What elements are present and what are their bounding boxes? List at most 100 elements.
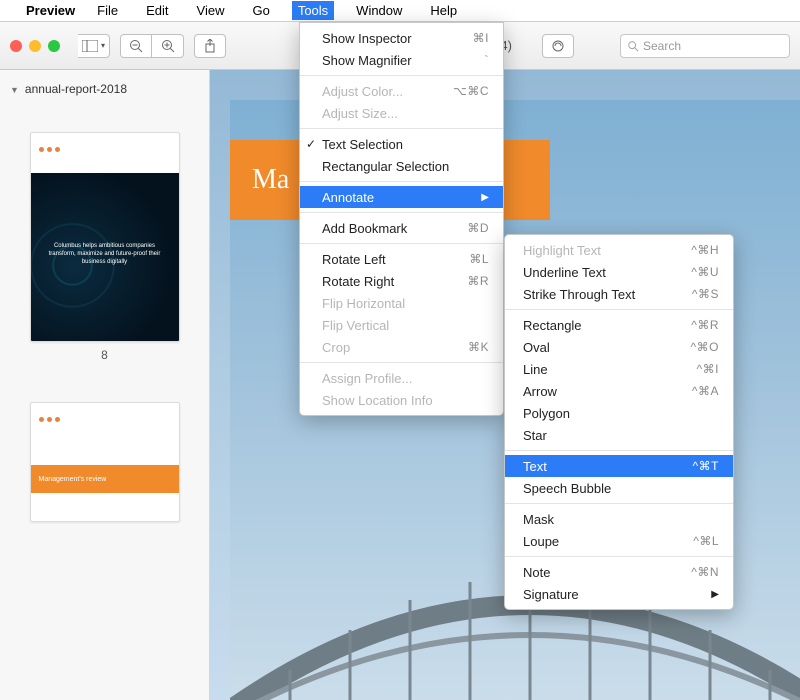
close-icon[interactable] xyxy=(10,40,22,52)
keyboard-shortcut: ^⌘O xyxy=(691,340,719,354)
keyboard-shortcut: ^⌘I xyxy=(697,362,719,376)
annotate-menu-label: Polygon xyxy=(523,406,570,421)
annotate-menu-label: Star xyxy=(523,428,547,443)
keyboard-shortcut: ^⌘N xyxy=(691,565,719,579)
tools-menu-label: Show Magnifier xyxy=(322,53,412,68)
annotate-menu-label: Strike Through Text xyxy=(523,287,635,302)
annotate-menu-separator xyxy=(505,309,733,310)
annotate-menu-label: Loupe xyxy=(523,534,559,549)
tools-menu-item[interactable]: ✓ Text Selection xyxy=(300,133,503,155)
tools-menu-item[interactable]: Annotate▶ xyxy=(300,186,503,208)
annotate-menu-item: Highlight Text ^⌘H xyxy=(505,239,733,261)
annotate-menu-separator xyxy=(505,503,733,504)
check-icon: ✓ xyxy=(306,137,316,151)
annotate-menu-item[interactable]: Loupe ^⌘L xyxy=(505,530,733,552)
thumbnail-sidebar: annual-report-2018 Columbus helps ambiti… xyxy=(0,70,210,700)
keyboard-shortcut: ⌘L xyxy=(469,252,489,266)
share-button[interactable] xyxy=(194,34,226,58)
annotate-menu-item[interactable]: Oval ^⌘O xyxy=(505,336,733,358)
search-placeholder: Search xyxy=(643,39,681,53)
zoom-out-button[interactable] xyxy=(120,34,152,58)
submenu-arrow-icon: ▶ xyxy=(481,192,489,203)
tools-menu-separator xyxy=(300,181,503,182)
tools-menu-item[interactable]: Rotate Right ⌘R xyxy=(300,270,503,292)
window-traffic-lights xyxy=(10,40,60,52)
annotate-menu-item[interactable]: Star xyxy=(505,424,733,446)
tools-menu-item[interactable]: Rotate Left ⌘L xyxy=(300,248,503,270)
menu-edit[interactable]: Edit xyxy=(140,1,174,20)
markup-button[interactable] xyxy=(542,34,574,58)
annotate-menu-label: Underline Text xyxy=(523,265,606,280)
zoom-in-button[interactable] xyxy=(152,34,184,58)
tools-menu-separator xyxy=(300,75,503,76)
tools-menu-item: Crop ⌘K xyxy=(300,336,503,358)
tools-menu-label: Rotate Left xyxy=(322,252,386,267)
tools-menu-label: Rotate Right xyxy=(322,274,394,289)
thumb-band: Management's review xyxy=(31,465,179,493)
annotate-menu-label: Speech Bubble xyxy=(523,481,611,496)
tools-menu-label: Text Selection xyxy=(322,137,403,152)
menu-go[interactable]: Go xyxy=(246,1,275,20)
tools-menu-item: Assign Profile... xyxy=(300,367,503,389)
tools-menu-label: Crop xyxy=(322,340,350,355)
keyboard-shortcut: ⌘R xyxy=(467,274,489,288)
search-icon xyxy=(627,40,639,52)
annotate-menu-separator xyxy=(505,556,733,557)
annotate-menu-label: Oval xyxy=(523,340,550,355)
tools-menu-item: Flip Horizontal xyxy=(300,292,503,314)
menu-window[interactable]: Window xyxy=(350,1,408,20)
tools-menu-label: Flip Vertical xyxy=(322,318,389,333)
tools-menu-separator xyxy=(300,243,503,244)
annotate-menu-item[interactable]: Text ^⌘T xyxy=(505,455,733,477)
keyboard-shortcut: ` xyxy=(485,53,490,67)
minimize-icon[interactable] xyxy=(29,40,41,52)
menu-file[interactable]: File xyxy=(91,1,124,20)
annotate-menu-item[interactable]: Arrow^⌘A xyxy=(505,380,733,402)
keyboard-shortcut: ⌥⌘C xyxy=(453,84,489,98)
annotate-menu-item[interactable]: Signature▶ xyxy=(505,583,733,605)
zoom-group xyxy=(120,34,184,58)
tools-menu-item[interactable]: Show Magnifier ` xyxy=(300,49,503,71)
keyboard-shortcut: ^⌘L xyxy=(693,534,719,548)
tools-menu-item[interactable]: Add Bookmark⌘D xyxy=(300,217,503,239)
chevron-down-icon: ▾ xyxy=(101,41,105,50)
menu-view[interactable]: View xyxy=(191,1,231,20)
macos-menubar: Preview File Edit View Go Tools Window H… xyxy=(0,0,800,22)
tools-menu-label: Show Inspector xyxy=(322,31,412,46)
menu-tools[interactable]: Tools xyxy=(292,1,334,20)
sidebar-filename[interactable]: annual-report-2018 xyxy=(8,78,201,102)
annotate-menu-item[interactable]: Strike Through Text ^⌘S xyxy=(505,283,733,305)
annotate-menu-label: Rectangle xyxy=(523,318,582,333)
tools-menu-item[interactable]: Show Inspector ⌘I xyxy=(300,27,503,49)
annotate-menu-label: Arrow xyxy=(523,384,557,399)
fullscreen-icon[interactable] xyxy=(48,40,60,52)
app-name[interactable]: Preview xyxy=(26,3,75,18)
search-input[interactable]: Search xyxy=(620,34,790,58)
annotate-menu-item[interactable]: Rectangle^⌘R xyxy=(505,314,733,336)
menu-help[interactable]: Help xyxy=(424,1,463,20)
keyboard-shortcut: ⌘I xyxy=(473,31,489,45)
annotate-submenu: Highlight Text^⌘HUnderline Text^⌘UStrike… xyxy=(504,234,734,610)
tools-menu-item[interactable]: Rectangular Selection xyxy=(300,155,503,177)
annotate-menu-item[interactable]: Line^⌘I xyxy=(505,358,733,380)
tools-menu-item: Flip Vertical xyxy=(300,314,503,336)
page-thumbnail[interactable]: Management's review xyxy=(30,402,180,522)
keyboard-shortcut: ^⌘S xyxy=(692,287,719,301)
keyboard-shortcut: ^⌘T xyxy=(693,459,719,473)
annotate-menu-label: Highlight Text xyxy=(523,243,601,258)
annotate-menu-item[interactable]: Underline Text^⌘U xyxy=(505,261,733,283)
tools-menu-item: Adjust Size... xyxy=(300,102,503,124)
annotate-menu-item[interactable]: Note^⌘N xyxy=(505,561,733,583)
annotate-menu-item[interactable]: Mask xyxy=(505,508,733,530)
tools-menu-label: Add Bookmark xyxy=(322,221,407,236)
page-thumbnail[interactable]: Columbus helps ambitious companies trans… xyxy=(30,132,180,342)
keyboard-shortcut: ^⌘H xyxy=(691,243,719,257)
annotate-menu-item[interactable]: Speech Bubble xyxy=(505,477,733,499)
tools-menu-separator xyxy=(300,212,503,213)
keyboard-shortcut: ⌘K xyxy=(468,340,489,354)
annotate-menu-label: Text xyxy=(523,459,547,474)
thumb-caption: Columbus helps ambitious companies trans… xyxy=(31,243,179,266)
sidebar-mode-button[interactable]: ▾ xyxy=(78,34,110,58)
thumb-page-number: 8 xyxy=(8,348,201,362)
annotate-menu-item[interactable]: Polygon xyxy=(505,402,733,424)
